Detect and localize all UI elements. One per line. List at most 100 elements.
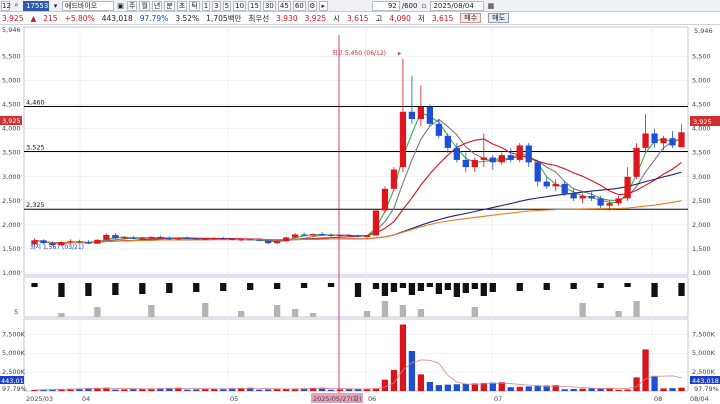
candle-body: [103, 234, 110, 240]
candle-body: [642, 133, 649, 148]
period-second-button[interactable]: 초: [176, 0, 188, 11]
indicator-bar-gray: [238, 311, 245, 317]
volume-current-left-text: 443,018: [1, 377, 28, 385]
amount-label: 1,705백만: [206, 13, 242, 23]
code-prefix[interactable]: 12: [1, 0, 11, 11]
count-field[interactable]: 92: [371, 0, 400, 11]
volume-bar: [453, 384, 460, 391]
interval-3-button[interactable]: 3: [212, 0, 221, 11]
volume-bar: [669, 388, 676, 391]
volume-value: 443,018: [101, 13, 133, 23]
indicator-bar-gray: [471, 307, 478, 317]
interval-45-button[interactable]: 45: [277, 0, 291, 11]
volume-tick-right: 5,000K: [692, 349, 716, 357]
period-week-button[interactable]: 주: [127, 0, 138, 11]
quote-row: 3,925 ▲ 215 +5.80% 443,018 97.79% 3.52% …: [0, 12, 720, 25]
period-year-button[interactable]: 년: [151, 0, 163, 11]
buy-button[interactable]: 매수: [460, 13, 482, 23]
lock-icon[interactable]: ▣: [116, 2, 125, 10]
candle-body: [633, 147, 640, 177]
volume-current-right-text: 443,018: [692, 377, 719, 385]
stock-name-field[interactable]: 에드바이오: [62, 0, 114, 11]
candle-body: [193, 238, 200, 240]
indicator-bar-black: [426, 283, 434, 287]
volume-bar: [678, 387, 685, 391]
interval-10-button[interactable]: 10: [233, 0, 247, 11]
candle-body: [363, 235, 371, 237]
left-price-tag: 3,925: [0, 116, 22, 125]
date-field[interactable]: 2025/08/04: [430, 0, 485, 11]
indicator-bar-gray: [148, 305, 155, 317]
sell-button[interactable]: 매도: [488, 13, 510, 23]
price-tick-left: 3,500: [2, 149, 21, 157]
candle-body: [264, 240, 272, 244]
candle-body: [112, 234, 119, 239]
low-label: 저: [417, 13, 425, 23]
current-price-tag-text: 3,925: [693, 118, 712, 126]
interval-5-button[interactable]: 5: [222, 0, 232, 11]
chart-toolbar: 12 ⌕ 17553 ▾ 에드바이오 ▣ 주 월 년 분 초 틱 1 3 5 1…: [0, 0, 720, 12]
up-arrow-icon: ▲: [30, 13, 37, 23]
indicator-bar-gray: [615, 311, 622, 317]
volume-bar: [435, 385, 443, 391]
candle-body: [561, 183, 568, 194]
candle-body: [417, 106, 425, 120]
expand-icon[interactable]: ▸: [318, 0, 328, 11]
volume-bar: [193, 389, 200, 391]
volume-bar: [327, 389, 335, 391]
volume-tick-right: 2,500K: [692, 368, 716, 376]
dropdown-icon[interactable]: ▾: [51, 2, 60, 10]
price-tick-left: 1,500: [2, 245, 21, 253]
volume-bar: [588, 388, 595, 391]
price-tick-right: 2,000: [692, 221, 711, 229]
candle-body: [507, 155, 514, 160]
settings-icon[interactable]: ⚙: [307, 0, 317, 11]
indicator-bar-gray: [579, 303, 586, 317]
ask-price: 3,930: [276, 13, 298, 23]
stock-code-input[interactable]: 17553: [23, 0, 49, 11]
indicator-axis-tick: 5: [14, 308, 18, 316]
volume-bar: [273, 389, 281, 391]
price-tick-left: 2,500: [2, 197, 21, 205]
volume-bar: [462, 383, 469, 391]
check-icon[interactable]: ▫: [419, 2, 428, 10]
volume-bar: [534, 385, 541, 391]
candle-body: [354, 235, 362, 237]
period-tick-button[interactable]: 틱: [189, 0, 200, 11]
indicator-bar-black: [471, 283, 478, 289]
indicator-bar-black: [480, 283, 487, 296]
volume-bar: [426, 381, 434, 391]
high-price: 4,090: [389, 13, 411, 23]
lower-line-label: 2,325: [26, 201, 45, 209]
candle-body: [615, 198, 622, 204]
volume-bar: [417, 374, 425, 391]
indicator-bar-gray: [417, 309, 425, 317]
candle-body: [669, 138, 676, 146]
price-tick-left: 5,000: [2, 77, 21, 85]
candle-body: [247, 239, 254, 241]
low-price: 3,615: [431, 13, 454, 23]
interval-60-button[interactable]: 60: [292, 0, 306, 11]
candle-body: [426, 106, 434, 124]
interval-15-button[interactable]: 15: [248, 0, 261, 11]
price-tick-right: 2,500: [692, 197, 711, 205]
calendar-icon[interactable]: ▦: [486, 2, 495, 10]
candle-body: [202, 238, 209, 240]
indicator-bar-black: [139, 283, 146, 294]
period-minute-button[interactable]: 분: [164, 0, 175, 11]
date-tick: 08: [654, 395, 662, 403]
interval-30-button[interactable]: 30: [262, 0, 276, 11]
volume-bar: [345, 389, 353, 391]
interval-1-button[interactable]: 1: [201, 0, 211, 11]
count-total: /600: [401, 1, 418, 10]
period-month-button[interactable]: 월: [139, 0, 150, 11]
candle-body: [372, 210, 380, 236]
volume-ratio: 97.79%: [139, 13, 169, 23]
indicator-bar-black: [651, 283, 658, 297]
candle-body: [345, 234, 353, 236]
search-icon[interactable]: ⌕: [12, 1, 21, 10]
date-tick: 08/04: [690, 395, 709, 403]
upper-line-label: 4,460: [26, 99, 45, 107]
candle-body: [471, 159, 478, 168]
stock-chart[interactable]: 4,460 3,525 2,325 최고 5,450 (06/12) ▸ 최저 …: [0, 25, 720, 404]
